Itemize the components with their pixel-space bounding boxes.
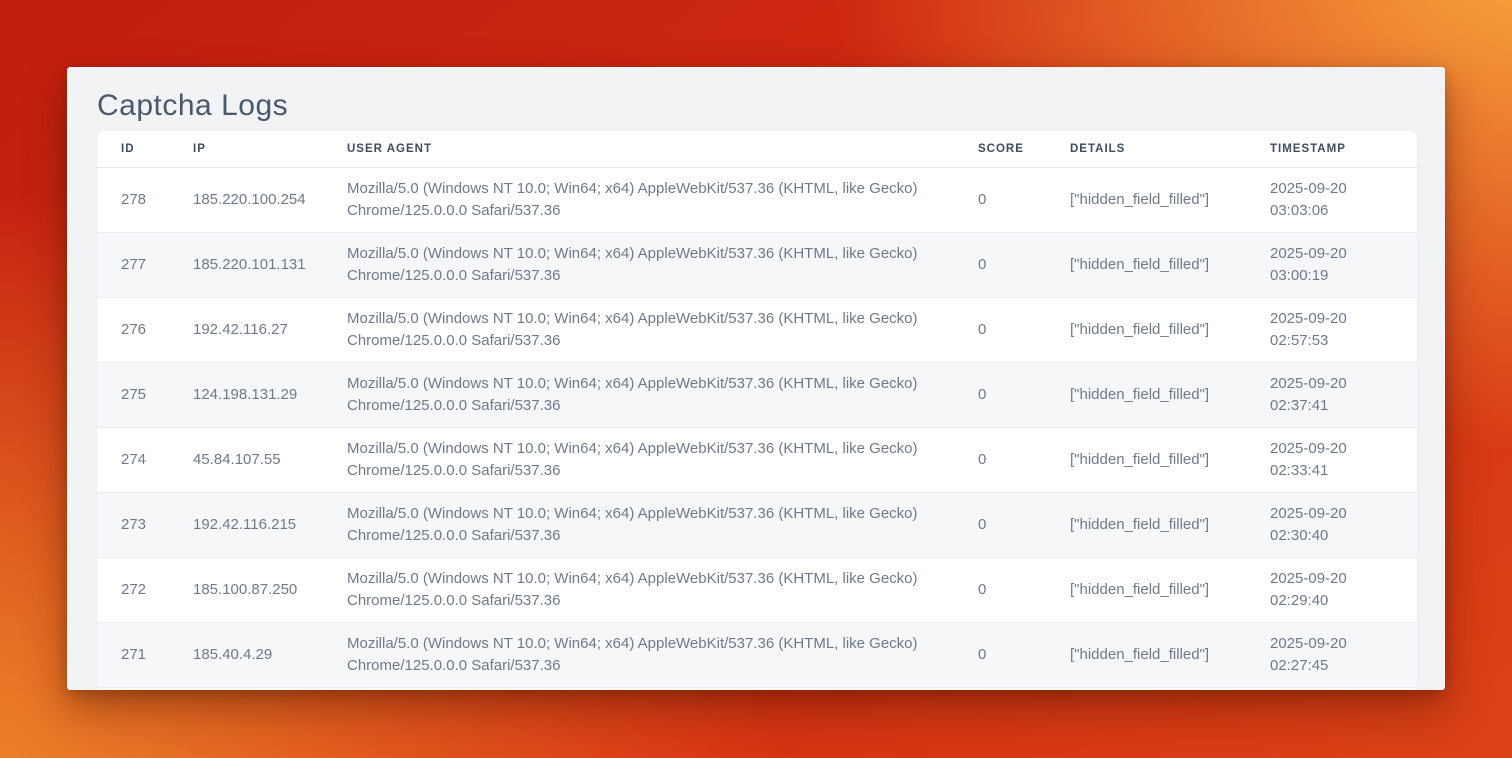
- cell-ip: 185.220.100.254: [193, 168, 347, 233]
- cell-timestamp: 2025-09-20 02:37:41: [1270, 363, 1417, 428]
- cell-ip: 192.42.116.27: [193, 298, 347, 363]
- cell-ip: 185.100.87.250: [193, 558, 347, 623]
- cell-user-agent: Mozilla/5.0 (Windows NT 10.0; Win64; x64…: [347, 363, 978, 428]
- cell-user-agent: Mozilla/5.0 (Windows NT 10.0; Win64; x64…: [347, 168, 978, 233]
- cell-user-agent: Mozilla/5.0 (Windows NT 10.0; Win64; x64…: [347, 428, 978, 493]
- cell-timestamp: 2025-09-20 03:03:06: [1270, 168, 1417, 233]
- cell-timestamp: 2025-09-20 02:33:41: [1270, 428, 1417, 493]
- cell-id: 272: [97, 558, 193, 623]
- cell-ip: 185.220.101.131: [193, 233, 347, 298]
- table-row: 273 192.42.116.215 Mozilla/5.0 (Windows …: [97, 493, 1417, 558]
- cell-id: 271: [97, 623, 193, 688]
- captcha-logs-table: ID IP USER AGENT SCORE DETAILS TIMESTAMP…: [97, 131, 1417, 688]
- cell-timestamp: 2025-09-20 02:29:40: [1270, 558, 1417, 623]
- cell-user-agent: Mozilla/5.0 (Windows NT 10.0; Win64; x64…: [347, 623, 978, 688]
- table-row: 277 185.220.101.131 Mozilla/5.0 (Windows…: [97, 233, 1417, 298]
- cell-score: 0: [978, 233, 1070, 298]
- cell-details: ["hidden_field_filled"]: [1070, 428, 1270, 493]
- cell-ip: 45.84.107.55: [193, 428, 347, 493]
- cell-timestamp: 2025-09-20 02:57:53: [1270, 298, 1417, 363]
- captcha-table-body: 278 185.220.100.254 Mozilla/5.0 (Windows…: [97, 168, 1417, 688]
- column-header-score: SCORE: [978, 131, 1070, 168]
- cell-id: 277: [97, 233, 193, 298]
- column-header-details: DETAILS: [1070, 131, 1270, 168]
- cell-id: 273: [97, 493, 193, 558]
- cell-id: 276: [97, 298, 193, 363]
- cell-details: ["hidden_field_filled"]: [1070, 493, 1270, 558]
- cell-user-agent: Mozilla/5.0 (Windows NT 10.0; Win64; x64…: [347, 233, 978, 298]
- cell-user-agent: Mozilla/5.0 (Windows NT 10.0; Win64; x64…: [347, 558, 978, 623]
- column-header-user-agent: USER AGENT: [347, 131, 978, 168]
- cell-id: 278: [97, 168, 193, 233]
- cell-ip: 124.198.131.29: [193, 363, 347, 428]
- cell-details: ["hidden_field_filled"]: [1070, 623, 1270, 688]
- cell-timestamp: 2025-09-20 02:30:40: [1270, 493, 1417, 558]
- cell-id: 275: [97, 363, 193, 428]
- cell-details: ["hidden_field_filled"]: [1070, 298, 1270, 363]
- table-row: 274 45.84.107.55 Mozilla/5.0 (Windows NT…: [97, 428, 1417, 493]
- cell-score: 0: [978, 623, 1070, 688]
- cell-score: 0: [978, 558, 1070, 623]
- table-row: 275 124.198.131.29 Mozilla/5.0 (Windows …: [97, 363, 1417, 428]
- table-row: 278 185.220.100.254 Mozilla/5.0 (Windows…: [97, 168, 1417, 233]
- cell-details: ["hidden_field_filled"]: [1070, 558, 1270, 623]
- cell-score: 0: [978, 428, 1070, 493]
- table-row: 272 185.100.87.250 Mozilla/5.0 (Windows …: [97, 558, 1417, 623]
- table-header: ID IP USER AGENT SCORE DETAILS TIMESTAMP: [97, 131, 1417, 168]
- page-title: Captcha Logs: [67, 67, 1445, 129]
- cell-user-agent: Mozilla/5.0 (Windows NT 10.0; Win64; x64…: [347, 298, 978, 363]
- cell-user-agent: Mozilla/5.0 (Windows NT 10.0; Win64; x64…: [347, 493, 978, 558]
- cell-details: ["hidden_field_filled"]: [1070, 363, 1270, 428]
- captcha-logs-panel: Captcha Logs ID IP USER AGENT SCORE DETA…: [67, 67, 1445, 690]
- cell-ip: 192.42.116.215: [193, 493, 347, 558]
- table-header-row: ID IP USER AGENT SCORE DETAILS TIMESTAMP: [97, 131, 1417, 168]
- cell-score: 0: [978, 298, 1070, 363]
- cell-score: 0: [978, 493, 1070, 558]
- cell-timestamp: 2025-09-20 02:27:45: [1270, 623, 1417, 688]
- cell-score: 0: [978, 168, 1070, 233]
- cell-score: 0: [978, 363, 1070, 428]
- column-header-ip: IP: [193, 131, 347, 168]
- cell-timestamp: 2025-09-20 03:00:19: [1270, 233, 1417, 298]
- column-header-timestamp: TIMESTAMP: [1270, 131, 1417, 168]
- table-row: 271 185.40.4.29 Mozilla/5.0 (Windows NT …: [97, 623, 1417, 688]
- column-header-id: ID: [97, 131, 193, 168]
- cell-id: 274: [97, 428, 193, 493]
- cell-details: ["hidden_field_filled"]: [1070, 233, 1270, 298]
- captcha-logs-table-container: ID IP USER AGENT SCORE DETAILS TIMESTAMP…: [97, 131, 1417, 690]
- cell-details: ["hidden_field_filled"]: [1070, 168, 1270, 233]
- table-row: 276 192.42.116.27 Mozilla/5.0 (Windows N…: [97, 298, 1417, 363]
- cell-ip: 185.40.4.29: [193, 623, 347, 688]
